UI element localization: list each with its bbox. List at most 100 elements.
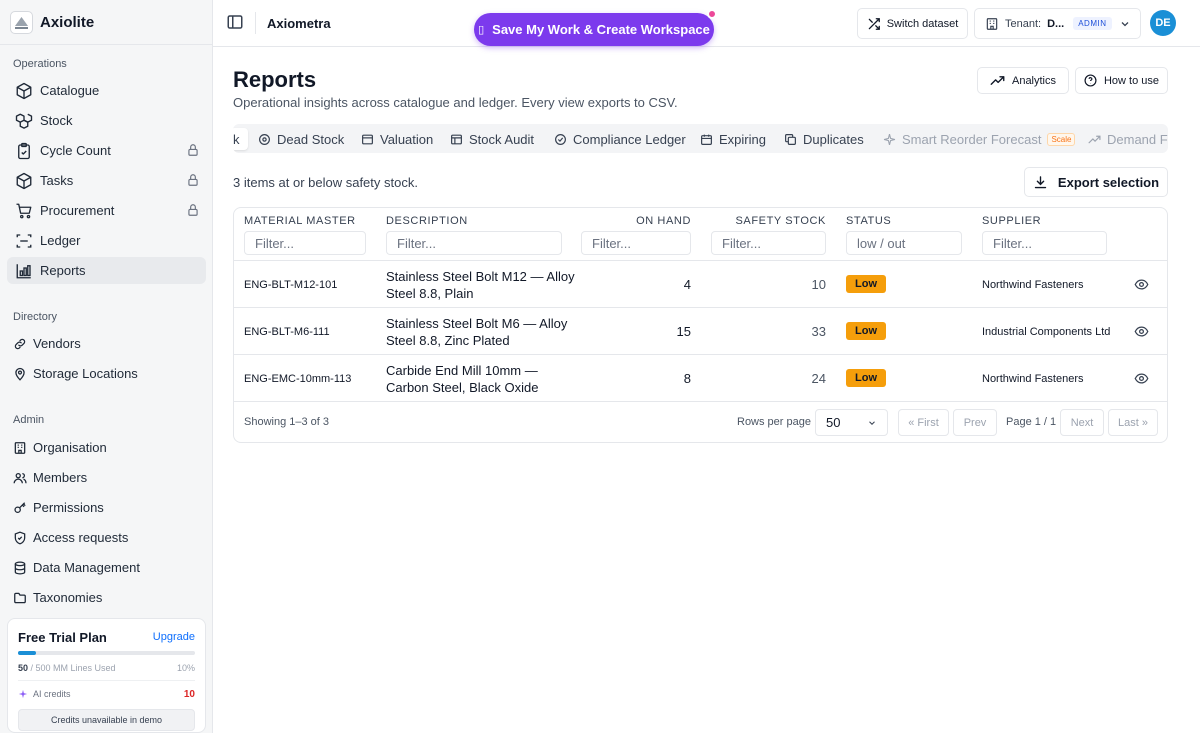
tab-label: Compliance Ledger [573,131,686,147]
tab-label: k [233,131,240,147]
column-header-description[interactable]: DESCRIPTION [386,215,468,227]
save-workspace-button[interactable]: ▯ Save My Work & Create Workspace [474,13,714,46]
bolt-icon: ▯ [478,24,485,36]
alert-circle-icon [258,133,277,146]
filter-material-master-input[interactable] [244,231,366,255]
sidebar-toggle-icon[interactable] [226,13,244,31]
lock-icon [186,143,200,157]
credits-unavailable-button[interactable]: Credits unavailable in demo [18,709,195,731]
sidebar-item-label: Vendors [33,336,81,351]
tab-duplicates[interactable]: Duplicates [784,128,864,150]
brand-logo-icon [10,10,33,34]
analytics-button[interactable]: Analytics [977,67,1069,94]
tab-low-stock[interactable]: k [233,128,248,150]
tab-label: Dead Stock [277,131,345,147]
link-icon [13,337,27,351]
column-header-status[interactable]: STATUS [846,215,891,227]
cell-supplier: Northwind Fasteners [982,373,1084,385]
prev-page-button[interactable]: Prev [953,409,997,436]
chevron-down-icon [1119,18,1131,33]
avatar[interactable]: DE [1150,10,1176,36]
download-icon [1033,175,1058,190]
tab-compliance-ledger[interactable]: Compliance Ledger [554,128,686,150]
rows-per-page-select[interactable]: 50 [815,409,888,436]
building-icon [13,441,27,455]
sidebar-item-storage-locations[interactable]: Storage Locations [7,360,206,387]
sidebar-item-label: Taxonomies [33,590,103,605]
sidebar-item-taxonomies[interactable]: Taxonomies [7,584,206,611]
save-workspace-label: Save My Work & Create Workspace [492,22,710,37]
switch-dataset-button[interactable]: Switch dataset [857,8,968,39]
filter-status-input[interactable] [846,231,962,255]
brand[interactable]: Axiolite [10,10,94,34]
tab-demand-forecast[interactable]: Demand Fo [1088,128,1168,150]
first-page-button[interactable]: « First [898,409,949,436]
filter-description-input[interactable] [386,231,562,255]
next-page-button[interactable]: Next [1060,409,1104,436]
lock-icon [186,203,200,217]
table-row[interactable]: ENG-EMC-10mm-113 Carbide End Mill 10mm —… [234,355,1167,402]
usage-text: 50 / 500 MM Lines Used [18,663,116,673]
cell-on-hand: 15 [676,324,691,339]
tab-valuation[interactable]: Valuation [361,128,433,150]
sidebar-item-data-management[interactable]: Data Management [7,554,206,581]
copy-icon [784,133,803,146]
breadcrumb[interactable]: Axiometra [267,16,331,31]
sidebar-item-vendors[interactable]: Vendors [7,330,206,357]
tab-dead-stock[interactable]: Dead Stock [258,128,344,150]
export-selection-button[interactable]: Export selection [1024,167,1168,197]
sidebar-item-procurement[interactable]: Procurement [7,197,206,224]
sidebar-item-label: Access requests [33,530,129,545]
filter-on-hand-input[interactable] [581,231,691,255]
cell-description: Carbide End Mill 10mm — Carbon Steel, Bl… [386,363,539,395]
summary-text: 3 items at or below safety stock. [233,175,418,190]
tenant-label: Tenant: [1005,17,1042,30]
sidebar-item-label: Members [33,470,88,485]
eye-icon[interactable] [1134,324,1150,340]
last-page-button[interactable]: Last » [1108,409,1158,436]
audit-icon [450,133,469,146]
section-label-directory: Directory [13,311,58,323]
notification-dot [707,9,717,19]
column-header-on-hand[interactable]: ON HAND [581,215,691,227]
cell-material-master: ENG-BLT-M6-111 [244,326,330,338]
sidebar-item-cycle-count[interactable]: Cycle Count [7,137,206,164]
filter-supplier-input[interactable] [982,231,1107,255]
tab-smart-reorder-forecast[interactable]: Smart Reorder Forecast Scale [883,128,1076,150]
cell-material-master: ENG-BLT-M12-101 [244,279,338,291]
map-pin-icon [13,367,27,381]
sidebar-item-members[interactable]: Members [7,464,206,491]
tab-label: Valuation [380,131,434,147]
tab-stock-audit[interactable]: Stock Audit [450,128,534,150]
sidebar-item-permissions[interactable]: Permissions [7,494,206,521]
how-to-use-button[interactable]: How to use [1075,67,1168,94]
cell-description: Stainless Steel Bolt M12 — Alloy Steel 8… [386,269,575,301]
sidebar-item-tasks[interactable]: Tasks [7,167,206,194]
eye-icon[interactable] [1134,277,1150,293]
table-row[interactable]: ENG-BLT-M6-111 Stainless Steel Bolt M6 —… [234,308,1167,355]
usage-progress-fill [18,651,36,655]
page-title: Reports [233,67,317,92]
usage-limit: / 500 MM Lines Used [28,663,116,673]
trial-title: Free Trial Plan [18,630,107,645]
table-row[interactable]: ENG-BLT-M12-101 Stainless Steel Bolt M12… [234,261,1167,308]
boxes-icon [14,111,34,131]
sidebar-item-organisation[interactable]: Organisation [7,434,206,461]
eye-icon[interactable] [1134,371,1150,387]
sidebar-item-ledger[interactable]: Ledger [7,227,206,254]
key-icon [13,501,27,515]
column-header-supplier[interactable]: SUPPLIER [982,215,1041,227]
sidebar-item-catalogue[interactable]: Catalogue [7,77,206,104]
filter-safety-stock-input[interactable] [711,231,826,255]
column-header-safety-stock[interactable]: SAFETY STOCK [711,215,826,227]
status-badge: Low [846,369,886,387]
sidebar-item-access-requests[interactable]: Access requests [7,524,206,551]
cell-material-master: ENG-EMC-10mm-113 [244,373,352,385]
sidebar-item-stock[interactable]: Stock [7,107,206,134]
sidebar-item-reports[interactable]: Reports [7,257,206,284]
tab-expiring[interactable]: Expiring [700,128,766,150]
column-header-material-master[interactable]: MATERIAL MASTER [244,215,356,227]
upgrade-link[interactable]: Upgrade [153,631,195,643]
tenant-selector[interactable]: Tenant: D... ADMIN [974,8,1141,39]
cell-safety-stock: 33 [811,324,826,339]
